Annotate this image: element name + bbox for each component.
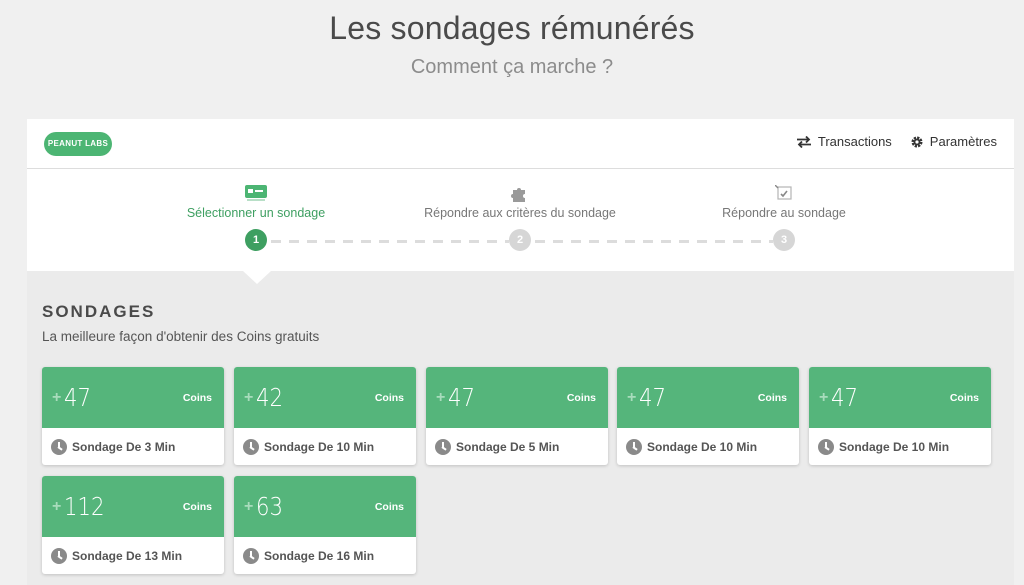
coin-value: 47 — [639, 383, 667, 412]
coin-unit: Coins — [757, 392, 787, 404]
coin-value: 47 — [64, 383, 92, 412]
clock-icon — [243, 547, 259, 564]
plus-icon: + — [244, 498, 254, 515]
survey-duration: Sondage De 5 Min — [456, 439, 560, 454]
page-subtitle: Comment ça marche ? — [410, 56, 614, 78]
survey-card[interactable]: + 63 Coins Sondage De 16 Min — [234, 476, 416, 574]
transactions-label: Transactions — [817, 134, 892, 149]
puzzle-icon — [511, 188, 525, 202]
coin-value: 42 — [256, 383, 284, 412]
step-number-2[interactable]: 2 — [509, 229, 531, 251]
page-title: Les sondages rémunérés — [329, 10, 695, 46]
widget-header: PEANUT LABS Transactions Paramètres — [27, 119, 1014, 169]
survey-card[interactable]: + 47 Coins Sondage De 5 Min — [426, 367, 608, 465]
coin-unit: Coins — [566, 392, 596, 404]
survey-card[interactable]: + 47 Coins Sondage De 10 Min — [809, 367, 991, 465]
coin-unit: Coins — [182, 501, 212, 513]
step-number-3[interactable]: 3 — [773, 229, 795, 251]
steps-bar: Sélectionner un sondage 1 Répondre aux c… — [27, 169, 1014, 271]
transfer-icon — [796, 135, 811, 148]
gear-icon — [911, 136, 923, 147]
plus-icon: + — [819, 389, 829, 406]
coin-value: 63 — [256, 492, 284, 521]
plus-icon: + — [52, 389, 62, 406]
coin-unit: Coins — [949, 392, 979, 404]
step-label-3: Répondre au sondage — [722, 206, 846, 220]
step-number-1[interactable]: 1 — [245, 229, 267, 251]
coin-value: 47 — [448, 383, 476, 412]
survey-duration: Sondage De 13 Min — [72, 548, 183, 563]
checklist-icon — [775, 185, 792, 200]
coin-value: 112 — [64, 492, 105, 521]
survey-duration: Sondage De 10 Min — [839, 439, 950, 454]
survey-duration: Sondage De 10 Min — [264, 439, 375, 454]
survey-duration: Sondage De 16 Min — [264, 548, 375, 563]
settings-link[interactable]: Paramètres — [910, 134, 997, 149]
active-step-pointer — [243, 271, 271, 284]
coin-value: 47 — [831, 383, 859, 412]
surveys-widget: PEANUT LABS Transactions Paramètres Séle… — [27, 119, 1014, 585]
survey-card[interactable]: + 47 Coins Sondage De 10 Min — [617, 367, 799, 465]
coin-unit: Coins — [374, 392, 404, 404]
step-label-1: Sélectionner un sondage — [186, 206, 326, 220]
survey-card[interactable]: + 42 Coins Sondage De 10 Min — [234, 367, 416, 465]
settings-label: Paramètres — [929, 134, 997, 149]
plus-icon: + — [436, 389, 446, 406]
survey-card[interactable]: + 112 Coins Sondage De 13 Min — [42, 476, 224, 574]
step-label-2: Répondre aux critères du sondage — [424, 206, 616, 220]
card-icon — [245, 185, 267, 201]
plus-icon: + — [52, 498, 62, 515]
clock-icon — [51, 438, 67, 455]
coin-unit: Coins — [374, 501, 404, 513]
section-title: SONDAGES — [42, 302, 156, 321]
steps-connector — [535, 240, 773, 243]
header-nav: Transactions Paramètres — [796, 134, 997, 149]
survey-card[interactable]: + 47 Coins Sondage De 3 Min — [42, 367, 224, 465]
survey-duration: Sondage De 3 Min — [72, 439, 176, 454]
coin-unit: Coins — [182, 392, 212, 404]
clock-icon — [818, 438, 834, 455]
clock-icon — [243, 438, 259, 455]
transactions-link[interactable]: Transactions — [796, 134, 892, 149]
peanut-labs-logo[interactable]: PEANUT LABS — [44, 132, 112, 156]
clock-icon — [51, 547, 67, 564]
plus-icon: + — [627, 389, 637, 406]
clock-icon — [626, 438, 642, 455]
section-subtitle: La meilleure façon d'obtenir des Coins g… — [42, 329, 320, 344]
steps-connector — [271, 240, 509, 243]
plus-icon: + — [244, 389, 254, 406]
survey-duration: Sondage De 10 Min — [647, 439, 758, 454]
clock-icon — [435, 438, 451, 455]
